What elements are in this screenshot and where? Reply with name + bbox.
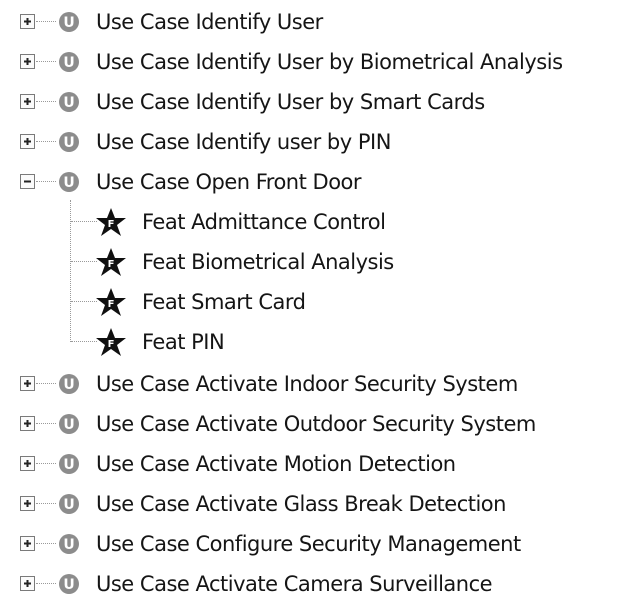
svg-text:U: U — [63, 537, 74, 553]
expand-plus-icon[interactable] — [20, 14, 35, 29]
tree-node-label: Feat Biometrical Analysis — [142, 250, 394, 274]
expand-plus-icon[interactable] — [20, 376, 35, 391]
tree-connector — [71, 261, 97, 262]
tree-node-label: Use Case Activate Outdoor Security Syste… — [96, 412, 536, 436]
use-case-icon: U — [59, 454, 79, 474]
tree-node-label: Use Case Identify User — [96, 10, 323, 34]
expand-plus-icon[interactable] — [20, 536, 35, 551]
tree-connector — [71, 221, 97, 222]
tree-connector — [36, 383, 56, 384]
tree-node-label: Use Case Identify User by Biometrical An… — [96, 50, 563, 74]
tree-connector — [36, 101, 56, 102]
expand-plus-icon[interactable] — [20, 94, 35, 109]
tree-node-use-case-expanded[interactable]: U Use Case Open Front Door — [0, 164, 622, 200]
svg-text:U: U — [63, 457, 74, 473]
expand-plus-icon[interactable] — [20, 134, 35, 149]
tree-connector — [36, 583, 56, 584]
tree-node-use-case[interactable]: U Use Case Activate Indoor Security Syst… — [0, 366, 622, 402]
tree-node-use-case[interactable]: U Use Case Identify User by Biometrical … — [0, 44, 622, 80]
tree-node-use-case[interactable]: U Use Case Configure Security Management — [0, 526, 622, 562]
use-case-icon: U — [59, 574, 79, 594]
tree-connector — [36, 21, 56, 22]
tree-node-label: Use Case Open Front Door — [96, 170, 362, 194]
tree-node-use-case[interactable]: U Use Case Activate Motion Detection — [0, 446, 622, 482]
tree-node-use-case[interactable]: U Use Case Activate Glass Break Detectio… — [0, 486, 622, 522]
use-case-icon: U — [59, 494, 79, 514]
tree-connector — [36, 141, 56, 142]
feature-star-icon: F — [96, 328, 126, 356]
tree-node-label: Use Case Identify User by Smart Cards — [96, 90, 485, 114]
use-case-icon: U — [59, 92, 79, 112]
tree-node-feature[interactable]: F Feat Smart Card — [0, 284, 622, 320]
feature-star-icon: F — [96, 288, 126, 316]
svg-text:U: U — [63, 497, 74, 513]
svg-text:F: F — [108, 339, 115, 350]
expand-plus-icon[interactable] — [20, 416, 35, 431]
tree-node-feature[interactable]: F Feat Admittance Control — [0, 204, 622, 240]
tree-node-label: Feat PIN — [142, 330, 225, 354]
tree-connector — [36, 463, 56, 464]
tree-connector — [36, 543, 56, 544]
svg-text:F: F — [108, 219, 115, 230]
tree-node-use-case[interactable]: U Use Case Activate Outdoor Security Sys… — [0, 406, 622, 442]
tree-node-use-case[interactable]: U Use Case Identify user by PIN — [0, 124, 622, 160]
tree-node-label: Use Case Activate Glass Break Detection — [96, 492, 506, 516]
use-case-icon: U — [59, 52, 79, 72]
use-case-icon: U — [59, 172, 79, 192]
use-case-icon: U — [59, 414, 79, 434]
tree-node-label: Feat Smart Card — [142, 290, 306, 314]
use-case-icon: U — [59, 534, 79, 554]
tree-node-label: Use Case Activate Camera Surveillance — [96, 572, 493, 596]
svg-text:U: U — [63, 55, 74, 71]
tree-connector — [36, 61, 56, 62]
tree-connector — [36, 503, 56, 504]
tree-connector — [71, 301, 97, 302]
tree-node-use-case[interactable]: U Use Case Identify User by Smart Cards — [0, 84, 622, 120]
use-case-icon: U — [59, 132, 79, 152]
svg-text:U: U — [63, 377, 74, 393]
svg-text:U: U — [63, 15, 74, 31]
tree-node-use-case[interactable]: U Use Case Identify User — [0, 4, 622, 40]
tree-node-feature[interactable]: F Feat PIN — [0, 324, 622, 360]
svg-text:U: U — [63, 577, 74, 593]
tree-connector — [36, 423, 56, 424]
feature-star-icon: F — [96, 248, 126, 276]
svg-text:U: U — [63, 417, 74, 433]
tree-node-label: Use Case Identify user by PIN — [96, 130, 391, 154]
tree-node-label: Feat Admittance Control — [142, 210, 386, 234]
use-case-icon: U — [59, 374, 79, 394]
feature-star-icon: F — [96, 208, 126, 236]
svg-text:U: U — [63, 175, 74, 191]
expand-plus-icon[interactable] — [20, 496, 35, 511]
tree-node-label: Use Case Activate Indoor Security System — [96, 372, 518, 396]
tree-node-feature[interactable]: F Feat Biometrical Analysis — [0, 244, 622, 280]
tree-node-label: Use Case Configure Security Management — [96, 532, 521, 556]
expand-plus-icon[interactable] — [20, 576, 35, 591]
use-case-icon: U — [59, 12, 79, 32]
feature-tree: U Use Case Identify User U Use Case Iden… — [0, 0, 622, 597]
svg-text:U: U — [63, 95, 74, 111]
expand-plus-icon[interactable] — [20, 456, 35, 471]
svg-text:F: F — [108, 299, 115, 310]
expand-plus-icon[interactable] — [20, 54, 35, 69]
svg-text:F: F — [108, 259, 115, 270]
tree-node-label: Use Case Activate Motion Detection — [96, 452, 456, 476]
svg-text:U: U — [63, 135, 74, 151]
tree-connector — [71, 341, 97, 342]
collapse-minus-icon[interactable] — [20, 174, 35, 189]
tree-connector — [36, 181, 56, 182]
